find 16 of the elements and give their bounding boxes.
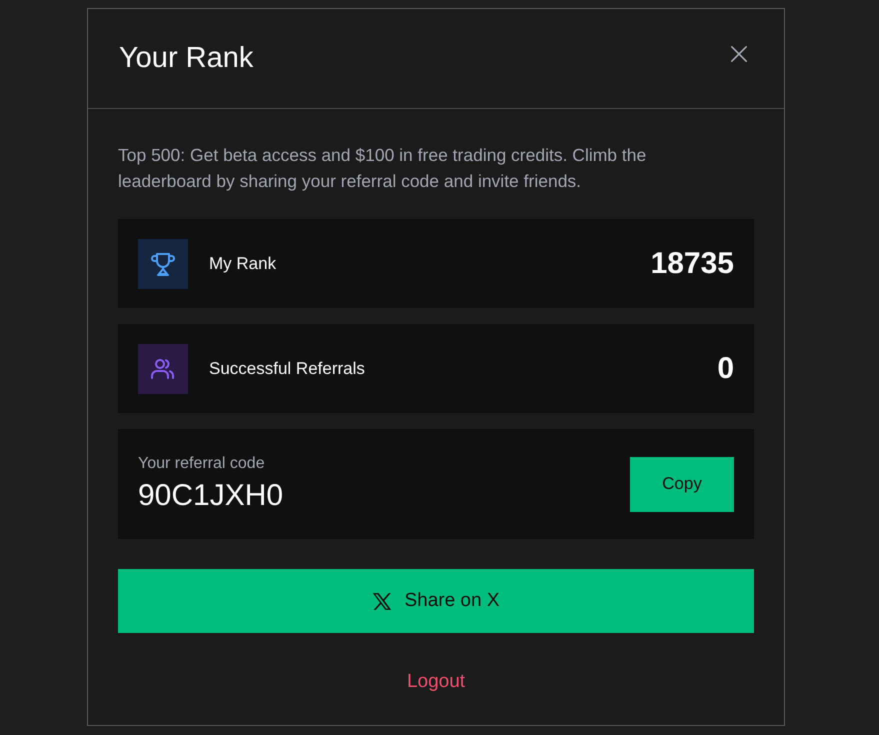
logout-link[interactable]: Logout bbox=[406, 671, 466, 693]
share-button[interactable]: Share on X bbox=[118, 569, 754, 633]
stat-value: 18735 bbox=[650, 246, 734, 280]
x-logo-icon bbox=[372, 592, 392, 610]
stat-value: 0 bbox=[717, 352, 734, 386]
people-icon bbox=[138, 344, 188, 394]
copy-button[interactable]: Copy bbox=[630, 456, 734, 512]
referral-code-label: Your referral code bbox=[138, 455, 266, 473]
trophy-icon bbox=[138, 238, 188, 288]
dialog-title: Your Rank bbox=[119, 42, 254, 75]
referral-code: 90C1JXH0 bbox=[138, 479, 284, 513]
stat-label: Successful Referrals bbox=[209, 358, 366, 378]
stat-label: My Rank bbox=[209, 254, 278, 274]
close-icon[interactable] bbox=[730, 44, 748, 62]
description-text: Top 500: Get beta access and $100 in free trading credits. Climb the leaderboard by sharing your referral code and invite friends. bbox=[118, 144, 648, 193]
share-label: Share on X bbox=[404, 590, 500, 612]
